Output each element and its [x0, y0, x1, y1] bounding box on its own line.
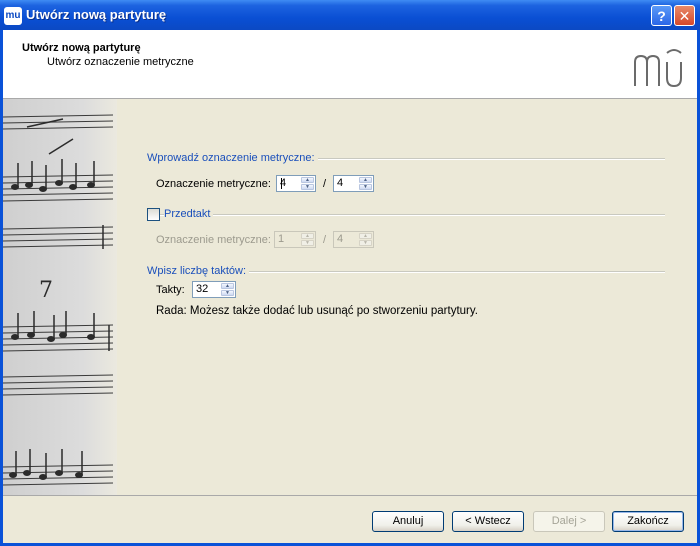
pickup-checkbox-label[interactable]: Przedtakt [164, 208, 214, 220]
meter-denominator-spinner[interactable]: 4 ▲ ▼ [333, 175, 374, 192]
pickup-field-label: Oznaczenie metryczne: [156, 234, 271, 246]
window-title: Utwórz nową partyturę [26, 7, 167, 22]
spin-down-icon[interactable]: ▼ [301, 240, 314, 246]
page-title: Utwórz nową partyturę [22, 42, 141, 54]
meter-denominator-value[interactable]: 4 [337, 177, 343, 189]
meter-group-label: Wprowadź oznaczenie metryczne: [147, 152, 318, 164]
measures-tip: Rada: Możesz także dodać lub usunąć po s… [156, 305, 478, 317]
group-divider [147, 214, 665, 216]
pickup-separator: / [323, 234, 327, 246]
back-button[interactable]: < Wstecz [452, 511, 524, 532]
wizard-content: Wprowadź oznaczenie metryczne: Oznaczeni… [117, 99, 697, 495]
pickup-checkbox[interactable] [147, 208, 160, 221]
spin-buttons[interactable]: ▲ ▼ [359, 233, 372, 246]
spin-buttons[interactable]: ▲ ▼ [359, 177, 372, 190]
close-button[interactable]: ✕ [674, 5, 695, 26]
spin-down-icon[interactable]: ▼ [301, 184, 314, 190]
measures-value[interactable]: 32 [196, 283, 208, 295]
pickup-numerator-spinner[interactable]: 1 ▲ ▼ [274, 231, 316, 248]
wizard-footer: Anuluj < Wstecz Dalej > Zakończ [3, 495, 697, 544]
meter-separator: / [323, 178, 327, 190]
spin-buttons[interactable]: ▲ ▼ [221, 283, 234, 296]
spin-up-icon[interactable]: ▲ [301, 233, 314, 239]
help-button[interactable]: ? [651, 5, 672, 26]
app-icon: mu [4, 7, 22, 25]
pickup-numerator-value[interactable]: 1 [278, 233, 284, 245]
dialog-window: mu Utwórz nową partyturę ? ✕ Utwórz nową… [0, 0, 700, 546]
measures-spinner[interactable]: 32 ▲ ▼ [192, 281, 236, 298]
page-subtitle: Utwórz oznaczenie metryczne [47, 56, 194, 68]
meter-numerator-value[interactable]: 4 [280, 177, 286, 189]
pickup-denominator-value[interactable]: 4 [337, 233, 343, 245]
spin-down-icon[interactable]: ▼ [359, 184, 372, 190]
meter-field-label: Oznaczenie metryczne: [156, 178, 271, 190]
spin-up-icon[interactable]: ▲ [359, 233, 372, 239]
dialog-client: Utwórz nową partyturę Utwórz oznaczenie … [3, 30, 697, 543]
wizard-header: Utwórz nową partyturę Utwórz oznaczenie … [3, 30, 697, 99]
spin-buttons[interactable]: ▲ ▼ [301, 233, 314, 246]
spin-down-icon[interactable]: ▼ [221, 290, 234, 296]
spin-up-icon[interactable]: ▲ [301, 177, 314, 183]
cancel-button[interactable]: Anuluj [372, 511, 444, 532]
pickup-denominator-spinner[interactable]: 4 ▲ ▼ [333, 231, 374, 248]
spin-down-icon[interactable]: ▼ [359, 240, 372, 246]
finish-button[interactable]: Zakończ [612, 511, 684, 532]
title-bar[interactable]: mu Utwórz nową partyturę ? ✕ [0, 0, 700, 30]
sheet-music-image: 7 [3, 99, 117, 495]
app-logo-icon [634, 49, 682, 88]
spin-up-icon[interactable]: ▲ [221, 283, 234, 289]
measures-field-label: Takty: [156, 284, 185, 296]
spin-up-icon[interactable]: ▲ [359, 177, 372, 183]
svg-text:7: 7 [39, 278, 53, 303]
measures-group-label: Wpisz liczbę taktów: [147, 265, 250, 277]
spin-buttons[interactable]: ▲ ▼ [301, 177, 314, 190]
next-button[interactable]: Dalej > [533, 511, 605, 532]
meter-numerator-spinner[interactable]: 4 ▲ ▼ [276, 175, 316, 192]
